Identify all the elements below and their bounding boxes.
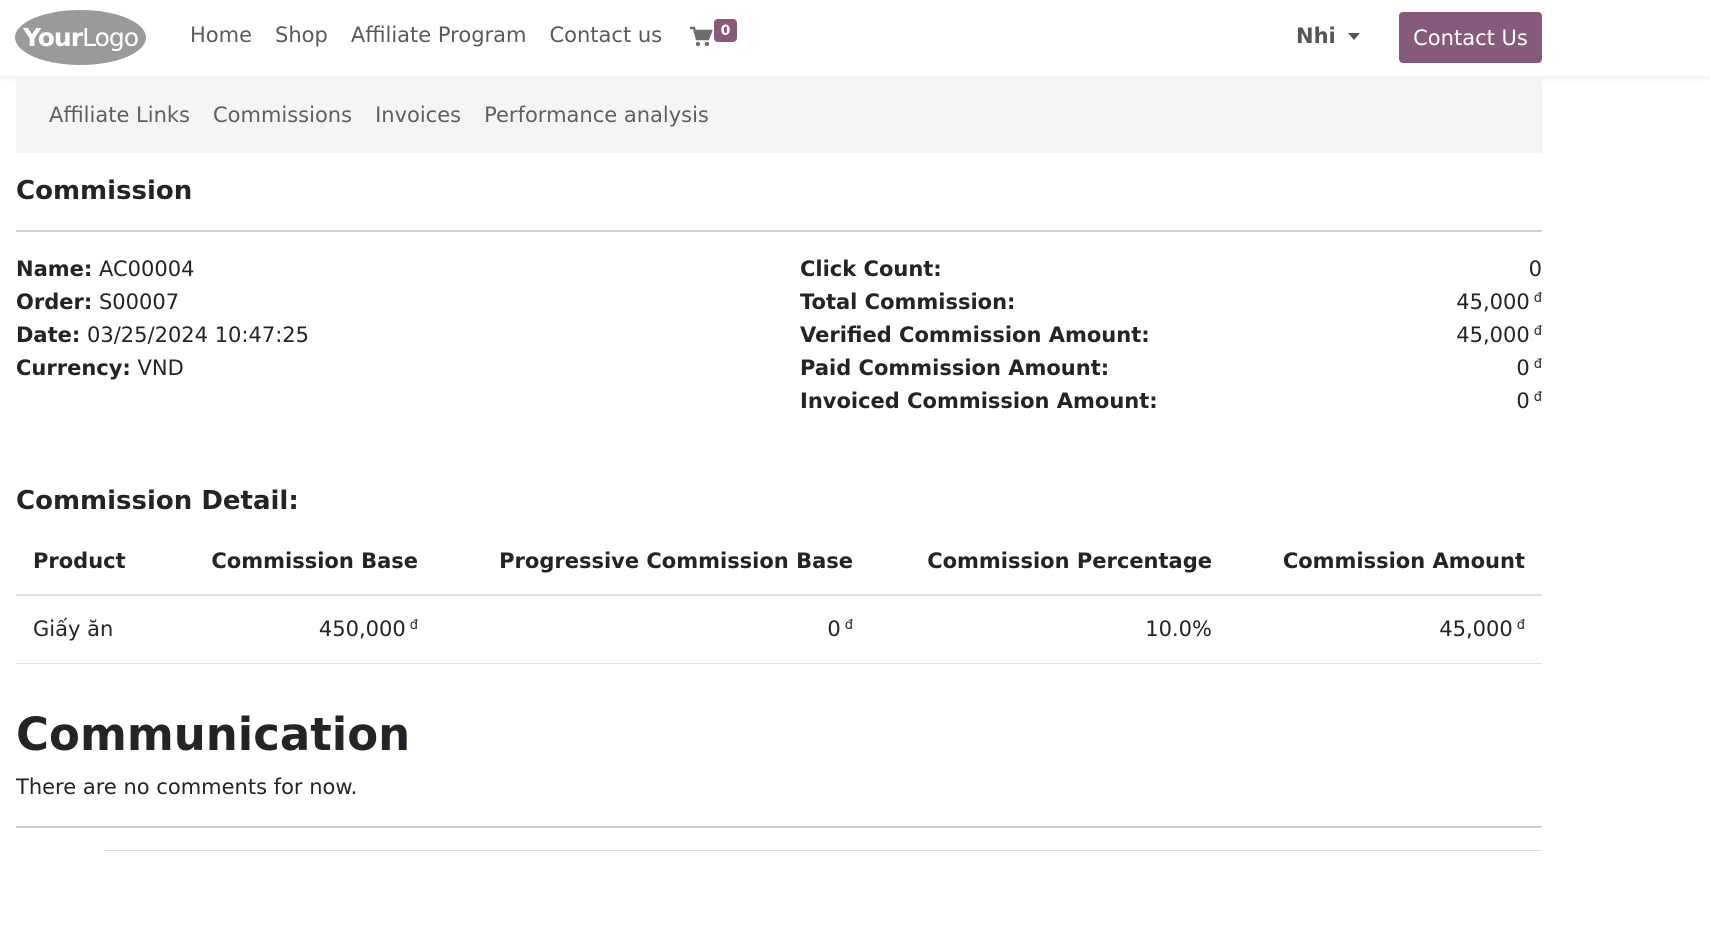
- field-date: Date: 03/25/2024 10:47:25: [16, 323, 309, 347]
- cell-commission-base: 450,000 đ: [318, 617, 418, 641]
- top-navbar: YourLogo Home Shop Affiliate Program Con…: [0, 0, 1710, 76]
- invoiced-commission-value: 0đ: [1516, 389, 1542, 413]
- subnav-invoices[interactable]: Invoices: [375, 103, 461, 127]
- nav-affiliate-program[interactable]: Affiliate Program: [351, 23, 527, 47]
- field-label: Currency:: [16, 356, 131, 380]
- verified-commission-label: Verified Commission Amount:: [800, 323, 1150, 347]
- total-commission-value: 45,000 đ: [1456, 290, 1542, 314]
- field-name: Name: AC00004: [16, 257, 194, 281]
- cell-product: Giấy ăn: [33, 617, 114, 641]
- field-label: Name:: [16, 257, 93, 281]
- cart-icon[interactable]: [689, 25, 713, 49]
- contact-us-button[interactable]: Contact Us: [1399, 12, 1542, 63]
- cell-progressive-base: 0đ: [827, 617, 853, 641]
- field-value: 03/25/2024 10:47:25: [86, 323, 310, 347]
- cell-commission-amount: 45,000 đ: [1439, 617, 1525, 641]
- user-name: Nhi: [1296, 24, 1336, 48]
- field-currency: Currency: VND: [16, 356, 184, 380]
- field-label: Order:: [16, 290, 93, 314]
- table-header: Product Commission Base Progressive Comm…: [16, 530, 1542, 596]
- subnav-commissions[interactable]: Commissions: [213, 103, 352, 127]
- logo-text: YourLogo: [22, 23, 139, 52]
- main-nav: Home Shop Affiliate Program Contact us: [190, 23, 685, 47]
- col-commission-percentage: Commission Percentage: [927, 549, 1212, 573]
- commission-detail-table: Product Commission Base Progressive Comm…: [16, 530, 1542, 664]
- col-product: Product: [33, 549, 126, 573]
- communication-title: Communication: [16, 708, 411, 761]
- table-row: Giấy ăn 450,000 đ 0đ 10.0% 45,000 đ: [16, 596, 1542, 664]
- no-comments-text: There are no comments for now.: [16, 775, 358, 799]
- site-logo[interactable]: YourLogo: [15, 10, 146, 65]
- field-value: AC00004: [98, 257, 195, 281]
- comment-input-border: [104, 850, 1542, 851]
- commission-detail-title: Commission Detail:: [16, 486, 299, 516]
- col-commission-amount: Commission Amount: [1282, 549, 1525, 573]
- caret-down-icon: [1347, 32, 1360, 40]
- nav-contact-us[interactable]: Contact us: [549, 23, 662, 47]
- divider: [16, 230, 1542, 232]
- col-commission-base: Commission Base: [211, 549, 418, 573]
- subnav-affiliate-links[interactable]: Affiliate Links: [49, 103, 190, 127]
- user-menu[interactable]: Nhi: [1296, 24, 1360, 48]
- commission-title: Commission: [16, 176, 193, 206]
- invoiced-commission-label: Invoiced Commission Amount:: [800, 389, 1158, 413]
- field-value: VND: [137, 356, 184, 380]
- cart-count-badge: 0: [714, 19, 737, 42]
- cell-percentage: 10.0%: [1145, 617, 1212, 641]
- paid-commission-label: Paid Commission Amount:: [800, 356, 1110, 380]
- nav-shop[interactable]: Shop: [275, 23, 328, 47]
- nav-home[interactable]: Home: [190, 23, 252, 47]
- field-order: Order: S00007: [16, 290, 179, 314]
- verified-commission-value: 45,000 đ: [1456, 323, 1542, 347]
- divider: [16, 826, 1542, 828]
- col-progressive-commission-base: Progressive Commission Base: [499, 549, 853, 573]
- field-label: Date:: [16, 323, 81, 347]
- field-value: S00007: [98, 290, 180, 314]
- click-count-value: 0: [1528, 257, 1542, 281]
- paid-commission-value: 0đ: [1516, 356, 1542, 380]
- click-count-label: Click Count:: [800, 257, 942, 281]
- total-commission-label: Total Commission:: [800, 290, 1016, 314]
- affiliate-subnav: Affiliate Links Commissions Invoices Per…: [16, 76, 1542, 153]
- subnav-performance-analysis[interactable]: Performance analysis: [484, 103, 709, 127]
